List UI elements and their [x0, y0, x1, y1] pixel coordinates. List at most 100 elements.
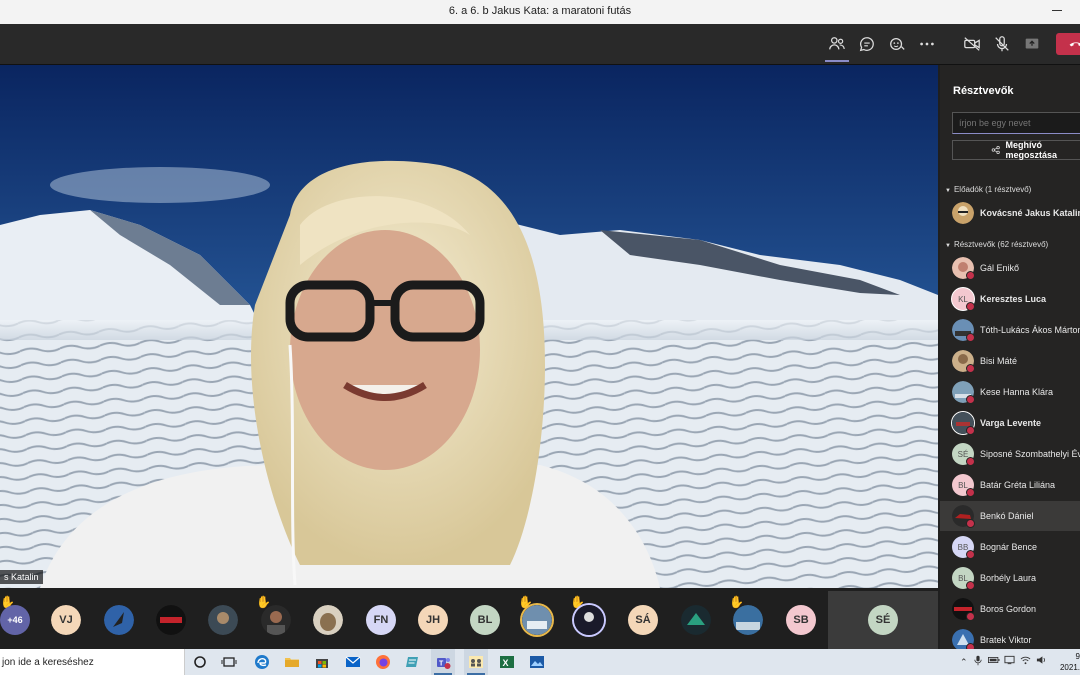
- share-screen-button[interactable]: [1020, 32, 1044, 56]
- participant-row[interactable]: Kese Hanna Klára: [940, 377, 1080, 407]
- participant-row[interactable]: Tóth-Lukács Ákos Márton: [940, 315, 1080, 345]
- task-view-icon: [221, 657, 237, 667]
- firefox-icon: [376, 655, 390, 669]
- participant-name: Bognár Bence: [980, 542, 1038, 552]
- gallery-tile-sa[interactable]: SÁ: [628, 605, 658, 635]
- camera-toggle-button[interactable]: [960, 32, 984, 56]
- status-busy-icon: [966, 302, 975, 311]
- participant-search-input[interactable]: [953, 113, 1080, 133]
- avatar: [952, 202, 974, 224]
- participant-row[interactable]: Varga Levente: [940, 408, 1080, 438]
- participant-name: Gál Enikő: [980, 263, 1020, 273]
- system-clock[interactable]: 9 2021.: [1058, 651, 1080, 673]
- meeting-toolbar: [0, 24, 1080, 65]
- teams-icon: T: [437, 658, 451, 669]
- gallery-tile-jh[interactable]: JH: [418, 605, 448, 635]
- gallery-tile-fn[interactable]: FN: [366, 605, 396, 635]
- mic-toggle-button[interactable]: [990, 32, 1014, 56]
- participant-search: [952, 112, 1080, 134]
- mail-taskbar-button[interactable]: [344, 653, 362, 671]
- avatar: [952, 350, 975, 373]
- participant-row-presenter[interactable]: Kovácsné Jakus Katalin: [940, 198, 1080, 228]
- avatar: [952, 505, 975, 528]
- minimize-button[interactable]: [1052, 10, 1062, 11]
- participant-row[interactable]: BL Borbély Laura: [940, 563, 1080, 593]
- presenters-section-header[interactable]: ▼ Előadók (1 résztvevő): [945, 185, 1031, 194]
- status-busy-icon: [966, 550, 975, 559]
- gallery-tile-avatar[interactable]: [733, 605, 763, 635]
- app-taskbar-button[interactable]: [464, 649, 488, 675]
- participant-row[interactable]: KL Keresztes Luca: [940, 284, 1080, 314]
- teams-taskbar-button[interactable]: T: [431, 649, 455, 675]
- task-view-button[interactable]: [220, 653, 238, 671]
- reactions-button[interactable]: [885, 32, 909, 56]
- gallery-tile-avatar[interactable]: [261, 605, 291, 635]
- share-icon: [1025, 38, 1039, 49]
- gallery-tile-avatar[interactable]: [574, 605, 604, 635]
- tray-overflow-icon[interactable]: ⌃: [960, 657, 968, 668]
- participant-row[interactable]: SÉ Siposné Szombathelyi Éva: [940, 439, 1080, 469]
- gallery-tile-avatar[interactable]: [104, 605, 134, 635]
- participant-name: Tóth-Lukács Ákos Márton: [980, 325, 1080, 335]
- participants-panel: Résztvevők Meghívó megosztása ▼Előadók (…: [940, 65, 1080, 649]
- gallery-tile-avatar[interactable]: [156, 605, 186, 635]
- gallery-tile-avatar[interactable]: [522, 605, 552, 635]
- taskbar-search-text: jon ide a kereséshez: [2, 656, 94, 668]
- avatar: [952, 381, 975, 404]
- photos-taskbar-button[interactable]: [528, 653, 546, 671]
- self-avatar: SÉ: [868, 605, 898, 635]
- status-busy-icon: [966, 395, 975, 404]
- firefox-taskbar-button[interactable]: [374, 653, 392, 671]
- avatar: BL: [952, 567, 975, 590]
- edge-taskbar-button[interactable]: [253, 653, 271, 671]
- more-actions-button[interactable]: [915, 32, 939, 56]
- battery-icon[interactable]: [988, 655, 1000, 667]
- excel-taskbar-button[interactable]: X: [498, 653, 516, 671]
- gallery-tile-avatar[interactable]: [208, 605, 238, 635]
- show-participants-button[interactable]: [825, 32, 849, 62]
- participant-row[interactable]: BB Bognár Bence: [940, 532, 1080, 562]
- cortana-icon: [194, 656, 206, 668]
- notes-icon: [406, 657, 418, 667]
- store-taskbar-button[interactable]: [313, 653, 331, 671]
- cortana-button[interactable]: [191, 653, 209, 671]
- svg-text:X: X: [503, 658, 509, 668]
- gallery-tile-vj[interactable]: VJ: [51, 605, 81, 635]
- chat-icon: [859, 37, 874, 52]
- taskbar-search-box[interactable]: jon ide a kereséshez: [0, 649, 185, 675]
- gallery-tile-sb[interactable]: SB: [786, 605, 816, 635]
- participant-row[interactable]: Bratek Viktor: [940, 625, 1080, 649]
- participant-row[interactable]: BL Batár Gréta Liliána: [940, 470, 1080, 500]
- share-invite-button[interactable]: Meghívó megosztása: [952, 140, 1080, 160]
- avatar: [952, 257, 975, 280]
- speaker-name-tag: s Katalin: [0, 570, 43, 584]
- network-icon[interactable]: [1004, 655, 1015, 667]
- video-stage: [0, 65, 938, 588]
- edge-icon: [255, 655, 269, 669]
- chat-button[interactable]: [855, 32, 879, 56]
- participant-name: Batár Gréta Liliána: [980, 480, 1056, 490]
- store-icon: [316, 659, 328, 668]
- volume-icon[interactable]: [1036, 655, 1047, 667]
- avatar: [952, 598, 975, 621]
- overflow-participants-button[interactable]: +46: [0, 605, 30, 635]
- avatar: BB: [952, 536, 975, 559]
- mic-off-icon: [995, 36, 1009, 52]
- hangup-button[interactable]: [1056, 33, 1080, 55]
- people-group-icon: [469, 656, 483, 668]
- notes-taskbar-button[interactable]: [404, 653, 422, 671]
- gallery-tile-avatar[interactable]: [681, 605, 711, 635]
- file-explorer-taskbar-button[interactable]: [283, 653, 301, 671]
- status-busy-icon: [966, 519, 975, 528]
- wifi-icon[interactable]: [1020, 655, 1031, 667]
- participant-row[interactable]: Bisi Máté: [940, 346, 1080, 376]
- gallery-tile-bl[interactable]: BL: [470, 605, 500, 635]
- attendees-section-header[interactable]: ▼ Résztvevők (62 résztvevő): [945, 240, 1048, 249]
- microphone-icon[interactable]: [974, 655, 982, 668]
- participant-name: Benkó Dániel: [980, 511, 1034, 521]
- participant-row[interactable]: Gál Enikő: [940, 253, 1080, 283]
- status-busy-icon: [966, 488, 975, 497]
- gallery-tile-avatar[interactable]: [313, 605, 343, 635]
- participant-row[interactable]: Benkó Dániel: [940, 501, 1080, 531]
- participant-row[interactable]: Boros Gordon: [940, 594, 1080, 624]
